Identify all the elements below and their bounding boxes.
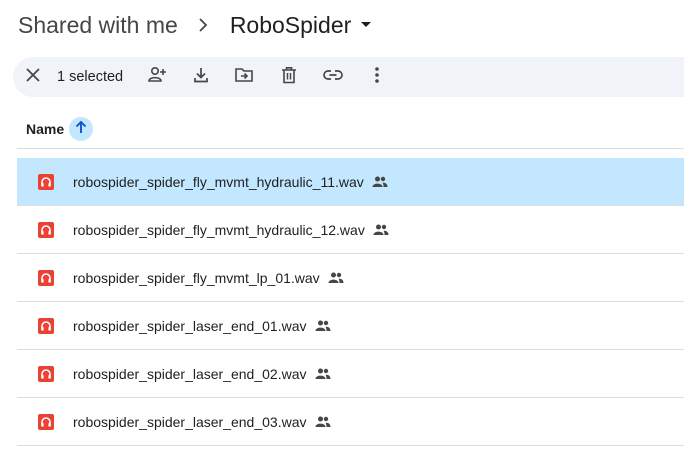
audio-file-icon [37, 269, 55, 287]
file-row[interactable]: robospider_spider_laser_end_02.wav [17, 350, 684, 398]
audio-file-icon [37, 413, 55, 431]
folder-title: RoboSpider [229, 11, 352, 38]
selected-count: 1 selected [57, 69, 124, 85]
shared-people-icon [315, 368, 331, 379]
share-add-person-icon [147, 65, 167, 90]
file-row[interactable]: robospider_spider_fly_mvmt_hydraulic_11.… [17, 158, 684, 206]
more-actions-button[interactable] [361, 61, 393, 93]
audio-file-icon [37, 221, 55, 239]
selection-toolbar: 1 selected [13, 57, 684, 97]
clear-selection-button[interactable] [17, 61, 49, 93]
arrow-up-icon [75, 120, 87, 139]
file-name: robospider_spider_fly_mvmt_hydraulic_11.… [73, 173, 364, 190]
sort-direction-button[interactable] [69, 117, 94, 141]
move-button[interactable] [228, 61, 260, 93]
download-icon [192, 66, 210, 89]
share-button[interactable] [141, 61, 173, 93]
audio-file-icon [37, 365, 55, 383]
delete-icon [281, 66, 297, 89]
shared-people-icon [328, 272, 344, 283]
file-row[interactable]: robospider_spider_fly_mvmt_lp_01.wav [17, 254, 684, 302]
delete-button[interactable] [273, 61, 305, 93]
file-list: robospider_spider_fly_mvmt_hydraulic_11.… [17, 158, 684, 446]
caret-down-icon [361, 22, 372, 28]
file-name: robospider_spider_fly_mvmt_hydraulic_12.… [73, 221, 365, 238]
shared-people-icon [315, 416, 331, 427]
file-name: robospider_spider_laser_end_02.wav [73, 365, 307, 382]
shared-people-icon [372, 176, 388, 187]
file-row[interactable]: robospider_spider_laser_end_01.wav [17, 302, 684, 350]
copy-link-button[interactable] [317, 61, 349, 93]
breadcrumb: Shared with me RoboSpider [18, 8, 372, 42]
shared-people-icon [315, 320, 331, 331]
download-button[interactable] [185, 61, 217, 93]
chevron-right-icon [198, 18, 208, 32]
more-vert-icon [375, 66, 379, 88]
file-row[interactable]: robospider_spider_fly_mvmt_hydraulic_12.… [17, 206, 684, 254]
drive-page: Shared with me RoboSpider 1 selected Nam… [0, 0, 684, 457]
file-name: robospider_spider_fly_mvmt_lp_01.wav [73, 269, 320, 286]
copy-link-icon [323, 68, 343, 86]
file-name: robospider_spider_laser_end_01.wav [73, 317, 307, 334]
close-icon [26, 67, 40, 87]
name-column-header[interactable]: Name [26, 121, 64, 137]
breadcrumb-current-folder[interactable]: RoboSpider [229, 11, 372, 39]
breadcrumb-shared-with-me[interactable]: Shared with me [18, 12, 178, 39]
audio-file-icon [37, 173, 55, 191]
file-list-header: Name [17, 110, 684, 149]
file-name: robospider_spider_laser_end_03.wav [73, 413, 307, 430]
move-to-folder-icon [234, 66, 254, 89]
file-row[interactable]: robospider_spider_laser_end_03.wav [17, 398, 684, 446]
audio-file-icon [37, 317, 55, 335]
shared-people-icon [373, 224, 389, 235]
